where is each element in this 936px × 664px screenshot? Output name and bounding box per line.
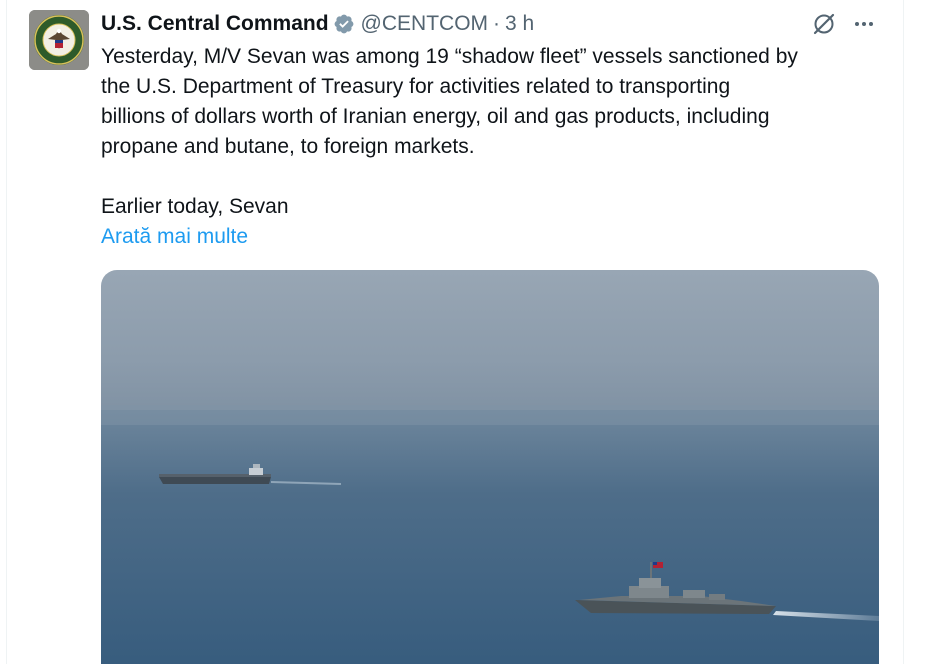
timestamp[interactable]: 3 h <box>505 10 534 38</box>
grok-icon[interactable] <box>810 10 838 38</box>
timeline-border-left <box>6 0 7 664</box>
show-more-link[interactable]: Arată mai multe <box>101 222 248 252</box>
handle[interactable]: @CENTCOM <box>361 10 488 38</box>
display-name[interactable]: U.S. Central Command <box>101 10 329 38</box>
verified-badge-icon[interactable] <box>333 13 355 35</box>
tweet-card[interactable]: U.S. Central Command @CENTCOM · 3 h Yest… <box>0 0 936 664</box>
centcom-seal-icon <box>29 10 89 70</box>
timeline-border-right <box>903 0 904 664</box>
tweet-photo[interactable] <box>101 270 879 664</box>
tweet-text: Yesterday, M/V Sevan was among 19 “shado… <box>101 45 798 218</box>
avatar[interactable] <box>29 10 89 70</box>
tweet-header: U.S. Central Command @CENTCOM · 3 h <box>101 10 534 38</box>
ships-at-sea-photo <box>101 270 879 664</box>
separator-dot: · <box>493 12 501 35</box>
more-options-icon[interactable] <box>850 10 878 38</box>
